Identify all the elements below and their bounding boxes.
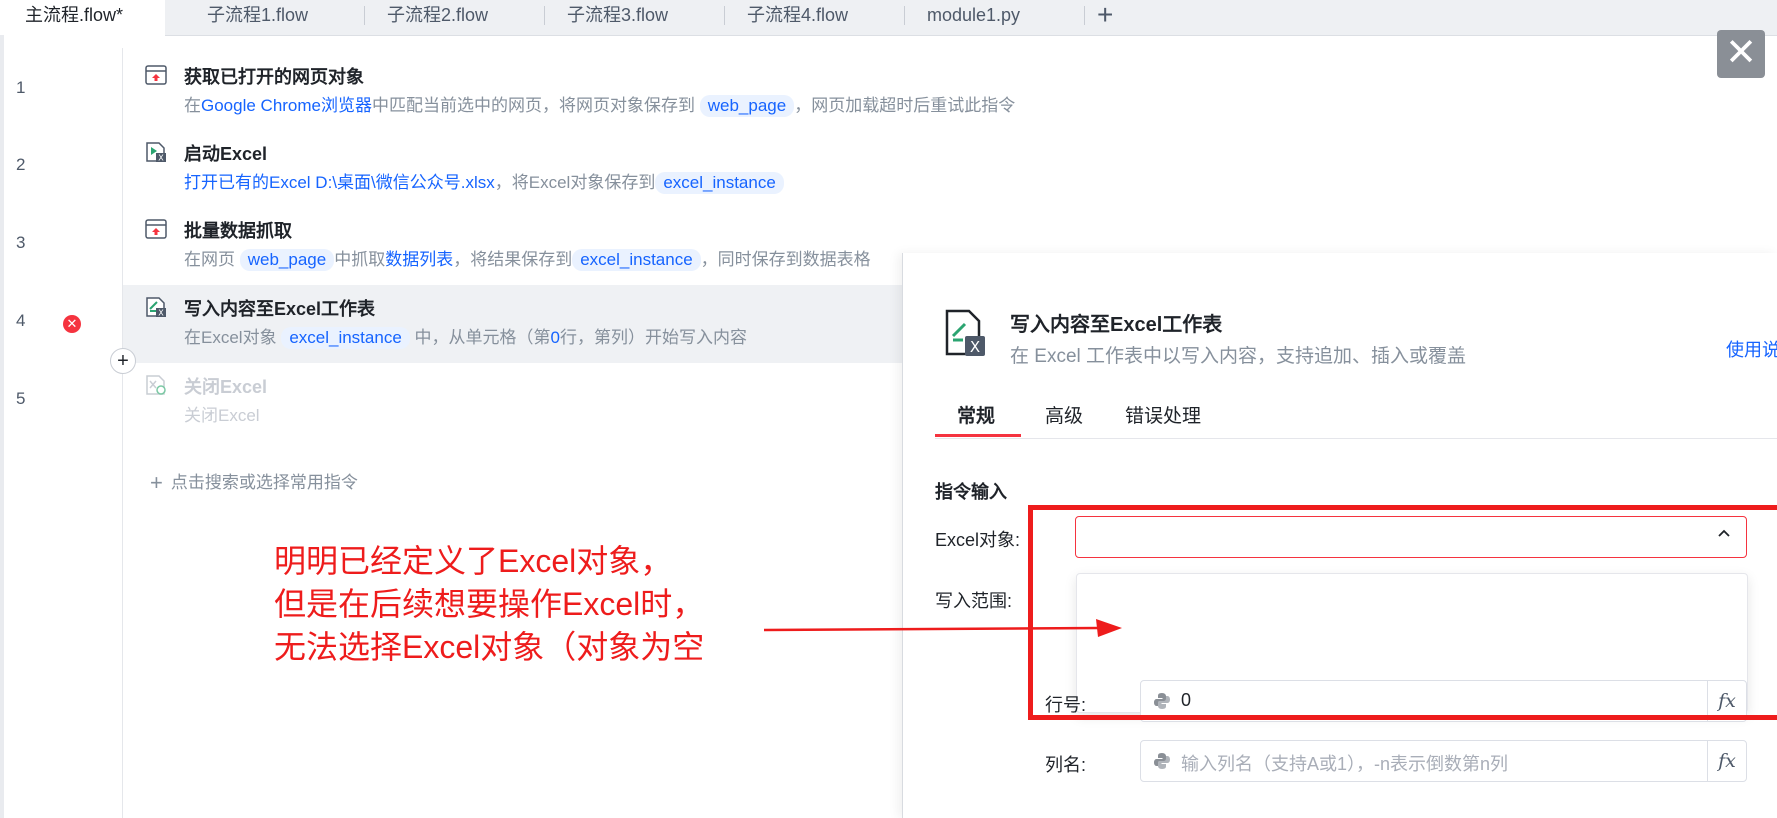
column-label: 列名: [1045,755,1087,775]
tab-main-flow[interactable]: 主流程.flow* [0,0,165,36]
python-icon [1154,753,1170,769]
svg-text:X: X [970,338,980,356]
tab-subflow-4[interactable]: 子流程4.flow [722,0,848,35]
svg-text:X: X [158,309,164,318]
tab-subflow-2[interactable]: 子流程2.flow [362,0,488,35]
step-description: 在Google Chrome浏览器中匹配当前选中的网页，将网页对象保存到 web… [184,95,1016,117]
tab-separator [1084,6,1085,25]
step-description: 在网页 web_page 中抓取数据列表，将结果保存到 excel_instance… [184,249,871,271]
line-number: 3 [16,233,26,252]
excel-object-label: Excel对象: [935,530,1021,550]
variable-tag[interactable]: excel_instance [281,327,410,349]
annotation-arrow [763,619,1122,637]
line-number: 2 [16,155,26,174]
line-number: 5 [16,389,26,408]
step-title: 获取已打开的网页对象 [184,67,364,87]
step-description: 打开已有的Excel D:\桌面\微信公众号.xlsx，将Excel对象保存到 e… [184,168,784,194]
tab-subflow-3[interactable]: 子流程3.flow [542,0,668,35]
add-command-button[interactable]: + 点击搜索或选择常用指令 [150,468,358,496]
tab-module1-py[interactable]: module1.py [902,0,1020,35]
step-title: 写入内容至Excel工作表 [184,299,376,319]
panel-title: 写入内容至Excel工作表 [1010,314,1223,336]
browser-icon [145,219,167,239]
variable-tag[interactable]: excel_instance [655,172,784,194]
variable-tag[interactable]: web_page [699,95,795,117]
step-title: 启动Excel [184,144,268,164]
step-description: 在Excel对象 excel_instance 中，从单元格（第0行，第列）开始… [184,327,747,349]
add-command-label: 点击搜索或选择常用指令 [170,473,358,492]
excel-file-link[interactable]: 打开已有的Excel D:\桌面\微信公众号.xlsx [184,173,495,192]
variable-tag[interactable]: web_page [239,249,335,271]
line-number: 1 [16,78,26,97]
tab-error-handling[interactable]: 错误处理 [1125,401,1201,428]
excel-launch-icon: X [146,142,166,163]
browser-link[interactable]: Google Chrome浏览器 [201,96,372,115]
column-name-input[interactable]: 输入列名（支持A或1），-n表示倒数第n列 fx [1140,740,1747,782]
browser-icon [145,65,167,85]
gutter-divider [122,48,123,818]
excel-write-icon: X [146,297,166,318]
excel-write-icon: X [945,309,985,356]
insert-step-button[interactable]: + [110,348,136,374]
step-description: 关闭Excel [184,406,260,425]
step-title: 批量数据抓取 [184,221,292,241]
variable-tag[interactable]: excel_instance [572,249,701,271]
fx-button[interactable]: fx [1707,741,1746,781]
annotation-highlight-box [1028,505,1777,720]
excel-close-icon [146,375,166,395]
tab-general[interactable]: 常规 [957,401,995,428]
tab-advanced[interactable]: 高级 [1045,401,1083,428]
column-name-placeholder: 输入列名（支持A或1），-n表示倒数第n列 [1181,754,1509,774]
add-tab-button[interactable]: + [1097,0,1113,30]
svg-text:X: X [158,154,164,163]
panel-subtitle: 在 Excel 工作表中以写入内容，支持追加、插入或覆盖 [1010,346,1467,367]
annotation-text: 明明已经定义了Excel对象， 但是在后续想要操作Excel时， 无法选择Exc… [274,543,705,665]
tab-subflow-1[interactable]: 子流程1.flow [182,0,308,35]
step-title: 关闭Excel [184,377,268,397]
left-edge [0,35,4,818]
help-link[interactable]: 使用说 [1726,336,1777,362]
section-heading: 指令输入 [935,482,1007,502]
plus-icon: + [150,470,163,495]
data-list-link[interactable]: 数据列表 [385,250,453,269]
active-tab-indicator [935,434,1021,437]
tab-bar: 主流程.flow* 子流程1.flow 子流程2.flow 子流程3.flow … [0,0,1777,36]
panel-tabs: 常规 高级 错误处理 [935,401,1777,439]
close-panel-button[interactable]: ✕ [1717,30,1765,78]
line-number: 4 [16,311,26,330]
error-icon[interactable]: ✕ [63,315,81,333]
